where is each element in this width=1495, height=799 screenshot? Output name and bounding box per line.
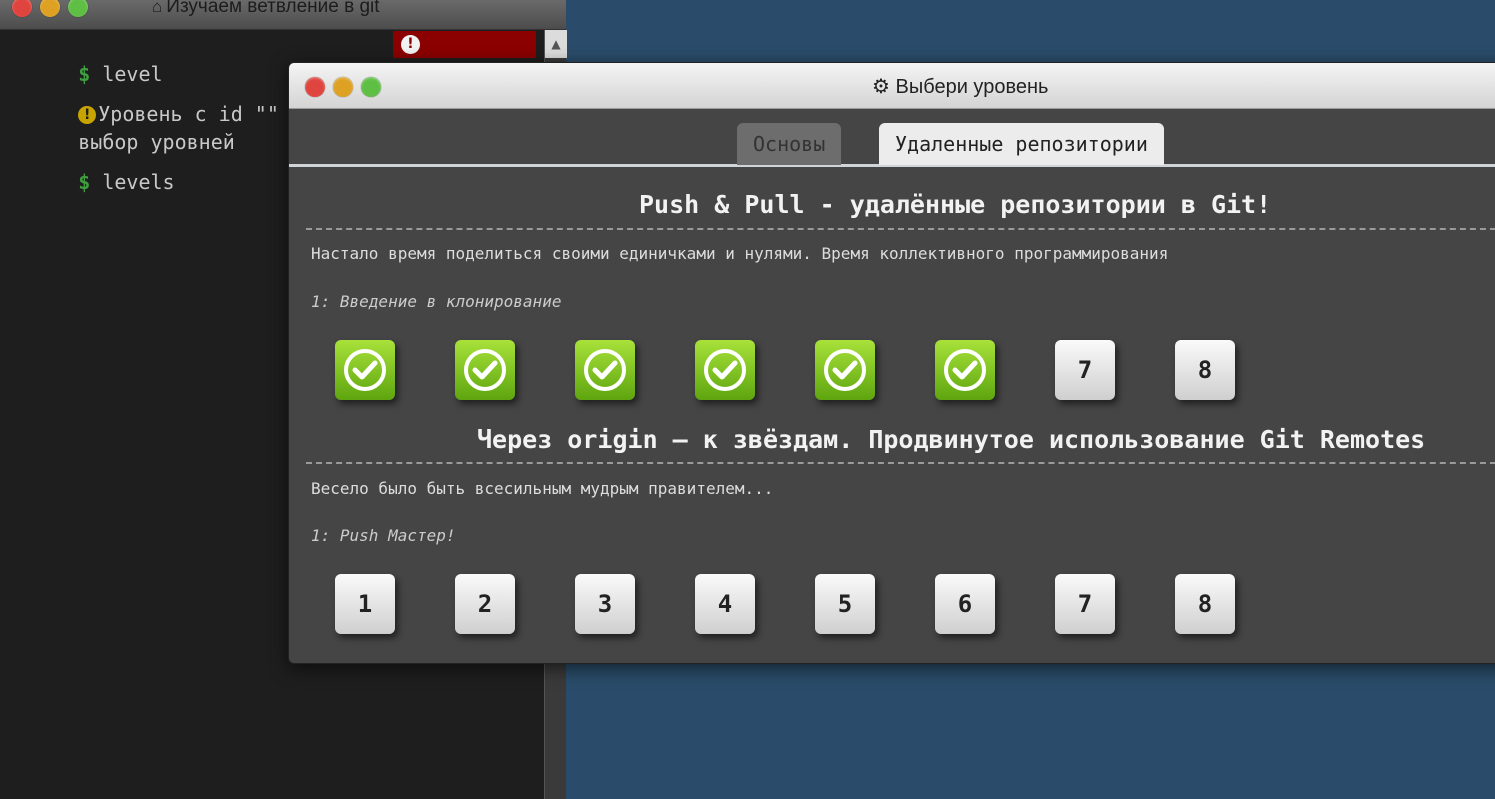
level-button-5[interactable]: 5 <box>815 574 875 634</box>
gear-icon: ⚙ <box>872 76 890 98</box>
sequence-divider <box>306 462 1495 464</box>
checkmark-icon <box>344 349 386 391</box>
level-button-1[interactable] <box>335 340 395 400</box>
sequence-divider <box>306 228 1495 230</box>
level-button-8[interactable]: 8 <box>1175 340 1235 400</box>
level-button-7[interactable]: 7 <box>1055 340 1115 400</box>
level-number: 1 <box>357 590 373 618</box>
level-number: 6 <box>957 590 973 618</box>
level-button-7[interactable]: 7 <box>1055 574 1115 634</box>
close-dialog-button[interactable] <box>305 77 325 97</box>
level-number: 8 <box>1197 356 1213 384</box>
level-number: 2 <box>477 590 493 618</box>
selected-level-name: 1: Введение в клонирование <box>311 292 562 311</box>
terminal-line: $ levels <box>6 140 175 224</box>
checkmark-icon <box>704 349 746 391</box>
sequence-title: Push & Pull - удалённые репозитории в Gi… <box>639 190 1272 219</box>
tab-remote-repositories[interactable]: Удаленные репозитории <box>879 123 1164 165</box>
checkmark-icon <box>464 349 506 391</box>
level-number: 7 <box>1077 590 1093 618</box>
minimize-dialog-button[interactable] <box>333 77 353 97</box>
prompt-symbol: $ <box>78 170 91 194</box>
checkmark-icon <box>584 349 626 391</box>
level-button-4[interactable] <box>695 340 755 400</box>
terminal-title: ⌂ Изучаем ветвление в git <box>152 0 380 18</box>
level-button-6[interactable] <box>935 340 995 400</box>
level-number: 7 <box>1077 356 1093 384</box>
level-button-2[interactable] <box>455 340 515 400</box>
checkmark-icon <box>944 349 986 391</box>
scroll-up-arrow-icon[interactable]: ▲ <box>545 30 567 58</box>
tab-basics[interactable]: Основы <box>737 123 842 165</box>
terminal-title-text: Изучаем ветвление в git <box>166 0 380 17</box>
close-window-button[interactable] <box>12 0 32 17</box>
selected-level-name: 1: Push Мастер! <box>311 526 456 545</box>
zoom-dialog-button[interactable] <box>361 77 381 97</box>
level-select-dialog: ⚙ Выбери уровень Основы Удаленные репози… <box>288 62 1495 664</box>
level-number: 4 <box>717 590 733 618</box>
dialog-title: ⚙ Выбери уровень <box>872 74 1048 99</box>
home-icon: ⌂ <box>152 0 163 16</box>
level-number: 3 <box>597 590 613 618</box>
level-button-5[interactable] <box>815 340 875 400</box>
level-button-6[interactable]: 6 <box>935 574 995 634</box>
level-button-3[interactable]: 3 <box>575 574 635 634</box>
level-button-4[interactable]: 4 <box>695 574 755 634</box>
command-text: levels <box>90 170 175 194</box>
sequence-description: Весело было быть всесильным мудрым прави… <box>311 479 774 498</box>
sequence-description: Настало время поделиться своими единичка… <box>311 244 1169 263</box>
sequence-title: Через origin – к звёздам. Продвинутое ис… <box>477 425 1426 454</box>
level-button-3[interactable] <box>575 340 635 400</box>
level-button-2[interactable]: 2 <box>455 574 515 634</box>
tab-bar: Основы Удаленные репозитории <box>289 109 1495 167</box>
dialog-title-text: Выбери уровень <box>895 76 1049 98</box>
level-button-1[interactable]: 1 <box>335 574 395 634</box>
level-number: 5 <box>837 590 853 618</box>
minimize-window-button[interactable] <box>40 0 60 17</box>
level-button-8[interactable]: 8 <box>1175 574 1235 634</box>
dialog-titlebar: ⚙ Выбери уровень <box>289 63 1495 109</box>
terminal-titlebar: ⌂ Изучаем ветвление в git <box>0 0 566 30</box>
level-number: 8 <box>1197 590 1213 618</box>
checkmark-icon <box>824 349 866 391</box>
zoom-window-button[interactable] <box>68 0 88 17</box>
